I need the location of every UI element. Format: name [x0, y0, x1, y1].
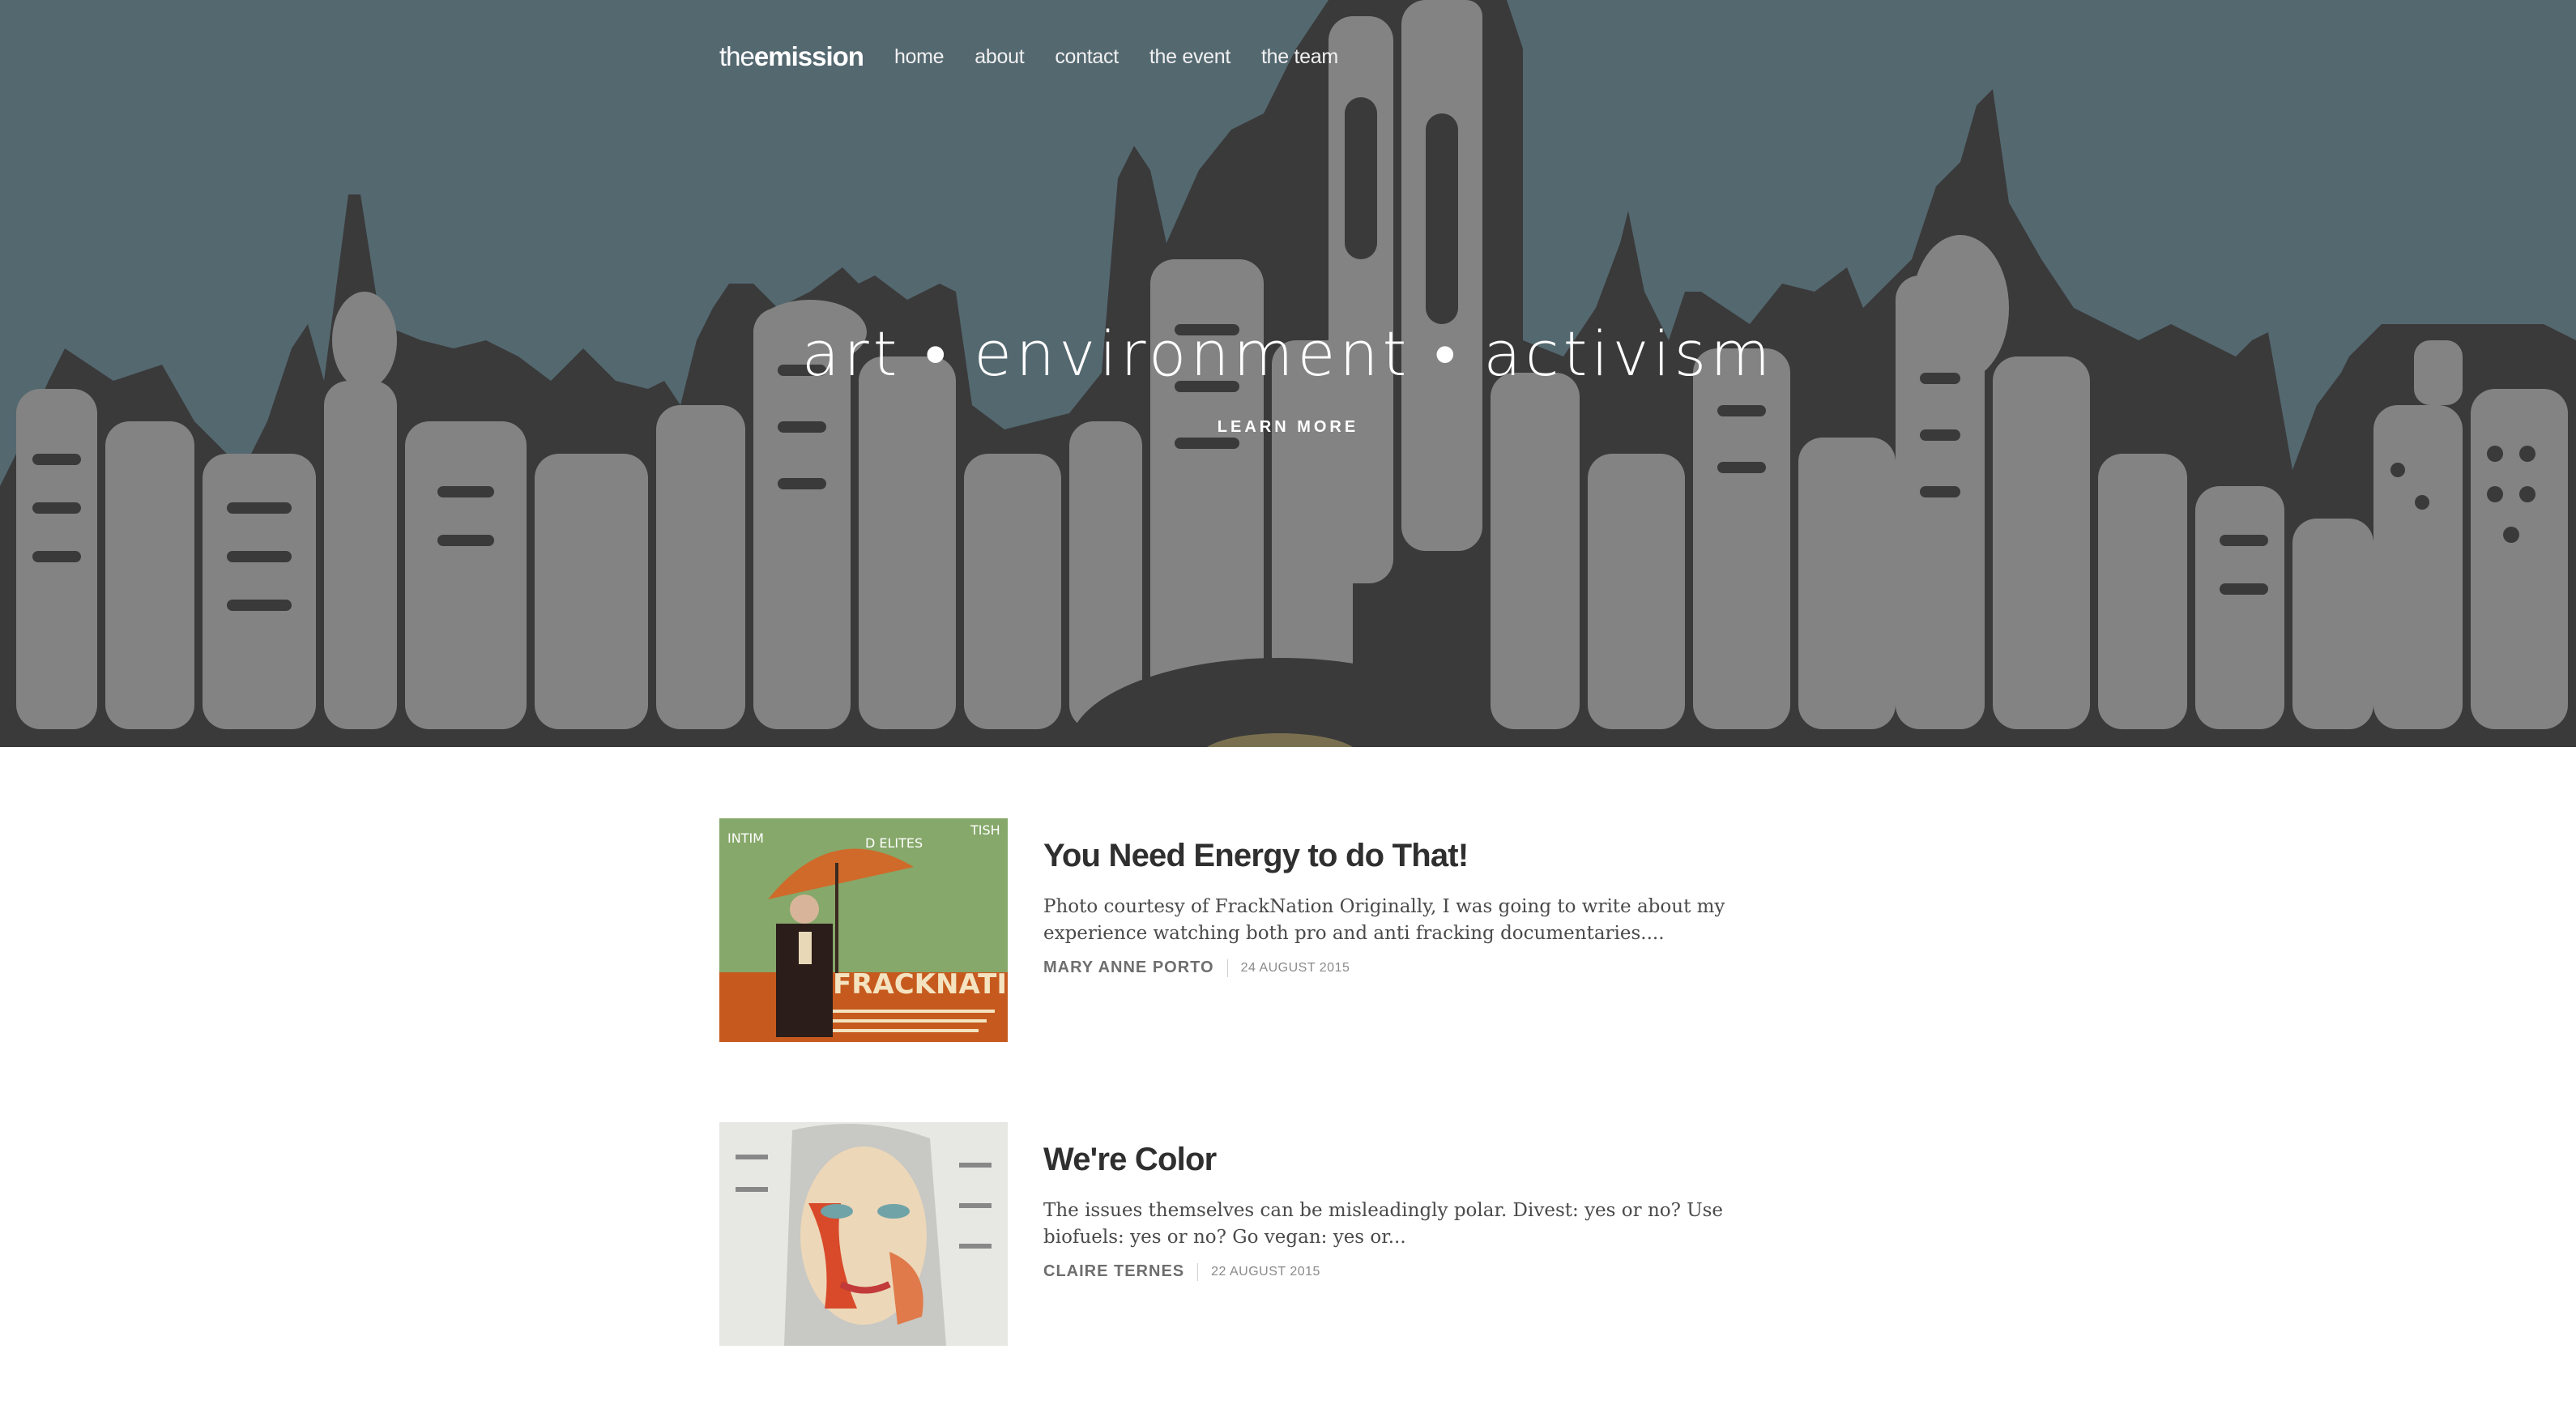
top-nav: theemission home about contact the event…	[719, 36, 1338, 78]
poster-arc-mid: D ELITES	[865, 835, 923, 851]
post-item: FRACKNATION INTIM D ELITES TISH You Need…	[719, 818, 1853, 1042]
site-logo[interactable]: theemission	[719, 41, 864, 72]
nav-link-the-team[interactable]: the team	[1261, 45, 1338, 69]
post-author[interactable]: CLAIRE TERNES	[1043, 1262, 1184, 1281]
post-meta: MARY ANNE PORTO 24 AUGUST 2015	[1043, 958, 1789, 977]
learn-more-button[interactable]: LEARN MORE	[1218, 418, 1358, 436]
watercolor-face-image	[719, 1122, 1008, 1346]
post-list: FRACKNATION INTIM D ELITES TISH You Need…	[719, 818, 1853, 1426]
poster-arc-left: INTIM	[727, 830, 764, 846]
poster-arc-right: TISH	[970, 822, 1000, 838]
post-date: 22 AUGUST 2015	[1211, 1264, 1320, 1279]
nav-link-contact[interactable]: contact	[1055, 45, 1119, 69]
nav-link-the-event[interactable]: the event	[1149, 45, 1230, 69]
poster-title-text: FRACKNATION	[833, 968, 1008, 1001]
post-item: We're Color The issues themselves can be…	[719, 1122, 1853, 1346]
post-thumbnail-were-color[interactable]	[719, 1122, 1008, 1346]
post-thumbnail-fracknation[interactable]: FRACKNATION INTIM D ELITES TISH	[719, 818, 1008, 1042]
post-meta: CLAIRE TERNES 22 AUGUST 2015	[1043, 1262, 1789, 1281]
logo-the: the	[719, 41, 755, 71]
post-body: We're Color The issues themselves can be…	[1043, 1142, 1789, 1281]
meta-divider	[1197, 1262, 1199, 1281]
hero-banner: theemission home about contact the event…	[0, 0, 2576, 747]
post-date: 24 AUGUST 2015	[1240, 960, 1350, 975]
post-excerpt: The issues themselves can be misleadingl…	[1043, 1200, 1724, 1248]
post-body: You Need Energy to do That! Photo courte…	[1043, 838, 1789, 977]
learn-more-wrapper: LEARN MORE	[0, 418, 2576, 437]
nav-link-home[interactable]: home	[894, 45, 945, 69]
logo-emission: emission	[753, 41, 864, 71]
post-author[interactable]: MARY ANNE PORTO	[1043, 958, 1214, 977]
hero-tagline: art • environment • activism	[801, 318, 1775, 390]
post-excerpt: Photo courtesy of FrackNation Originally…	[1043, 896, 1725, 944]
post-title[interactable]: You Need Energy to do That!	[1043, 838, 1469, 874]
fracknation-poster-image: FRACKNATION INTIM D ELITES TISH	[719, 818, 1008, 1042]
nav-link-about[interactable]: about	[975, 45, 1024, 69]
post-title[interactable]: We're Color	[1043, 1142, 1217, 1178]
meta-divider	[1226, 958, 1228, 977]
